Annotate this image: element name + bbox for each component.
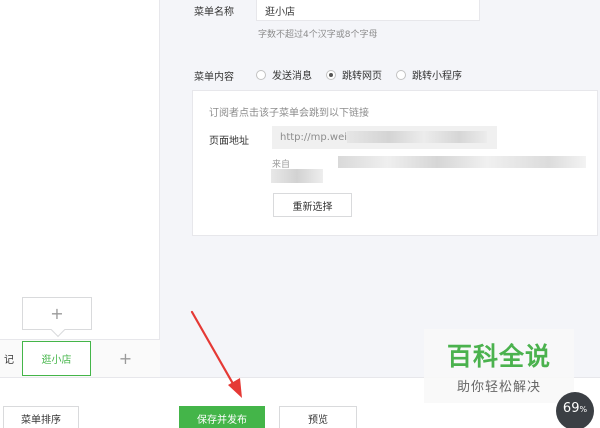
page-address-value: http://mp.wei bbox=[280, 132, 348, 143]
radio-label: 跳转小程序 bbox=[412, 71, 462, 82]
preview-label: 预览 bbox=[308, 414, 328, 426]
menu-name-value: 逛小店 bbox=[265, 7, 295, 18]
plus-icon: + bbox=[118, 349, 133, 368]
progress-badge: 69% bbox=[556, 392, 600, 428]
badge-value: 69% bbox=[556, 401, 594, 416]
radio-jump-webpage[interactable]: 跳转网页 bbox=[326, 67, 382, 82]
menu-sort-button[interactable]: 菜单排序 bbox=[3, 406, 79, 428]
save-publish-label: 保存并发布 bbox=[197, 414, 247, 426]
menu-item-active[interactable]: 逛小店 bbox=[22, 341, 91, 376]
menu-name-label: 菜单名称 bbox=[194, 7, 234, 18]
radio-indicator bbox=[326, 69, 336, 80]
menu-item-label: 记 bbox=[4, 355, 14, 366]
menu-item-label: 逛小店 bbox=[41, 355, 72, 366]
watermark-logo: 百科全说 助你轻松解决 bbox=[424, 329, 574, 403]
radio-send-message[interactable]: 发送消息 bbox=[256, 67, 312, 82]
screen: + 记 逛小店 + 菜单名称 逛小店 字数不超过4个汉字或8个字母 菜单内容 发… bbox=[0, 0, 600, 428]
radio-indicator bbox=[396, 69, 406, 80]
page-address-field: http://mp.wei bbox=[272, 126, 497, 149]
webpage-link-box: 订阅者点击该子菜单会跳到以下链接 页面地址 http://mp.wei 来自 重… bbox=[192, 90, 598, 236]
radio-jump-miniprogram[interactable]: 跳转小程序 bbox=[396, 67, 462, 82]
redacted-source bbox=[338, 156, 586, 168]
menu-content-options: 发送消息 跳转网页 跳转小程序 bbox=[256, 67, 462, 82]
custom-menu-bar: 记 逛小店 + bbox=[0, 339, 160, 377]
badge-number: 69 bbox=[562, 401, 580, 416]
reselect-label: 重新选择 bbox=[292, 201, 333, 213]
radio-label: 跳转网页 bbox=[342, 71, 382, 82]
radio-indicator bbox=[256, 69, 266, 80]
page-address-label: 页面地址 bbox=[209, 136, 249, 147]
add-menu-button[interactable]: + bbox=[91, 340, 160, 377]
redacted-blob bbox=[271, 169, 323, 183]
add-submenu-button[interactable]: + bbox=[22, 297, 92, 330]
reselect-button[interactable]: 重新选择 bbox=[273, 193, 352, 217]
link-box-hint: 订阅者点击该子菜单会跳到以下链接 bbox=[209, 108, 369, 119]
menu-name-hint: 字数不超过4个汉字或8个字母 bbox=[258, 30, 378, 40]
badge-unit: % bbox=[579, 405, 588, 414]
redacted-url bbox=[347, 131, 488, 143]
panel-gutter bbox=[160, 0, 178, 377]
preview-button[interactable]: 预览 bbox=[279, 406, 357, 428]
save-publish-button[interactable]: 保存并发布 bbox=[179, 406, 265, 428]
watermark-subtitle: 助你轻松解决 bbox=[456, 380, 541, 395]
phone-menu-preview: + 记 逛小店 + bbox=[0, 0, 160, 377]
radio-label: 发送消息 bbox=[272, 71, 312, 82]
menu-sort-label: 菜单排序 bbox=[21, 414, 61, 426]
watermark-title: 百科全说 bbox=[446, 342, 551, 371]
plus-icon: + bbox=[50, 304, 64, 323]
menu-name-input[interactable]: 逛小店 bbox=[256, 0, 480, 21]
menu-content-label: 菜单内容 bbox=[194, 72, 234, 83]
menu-item-previous[interactable]: 记 bbox=[0, 340, 22, 377]
